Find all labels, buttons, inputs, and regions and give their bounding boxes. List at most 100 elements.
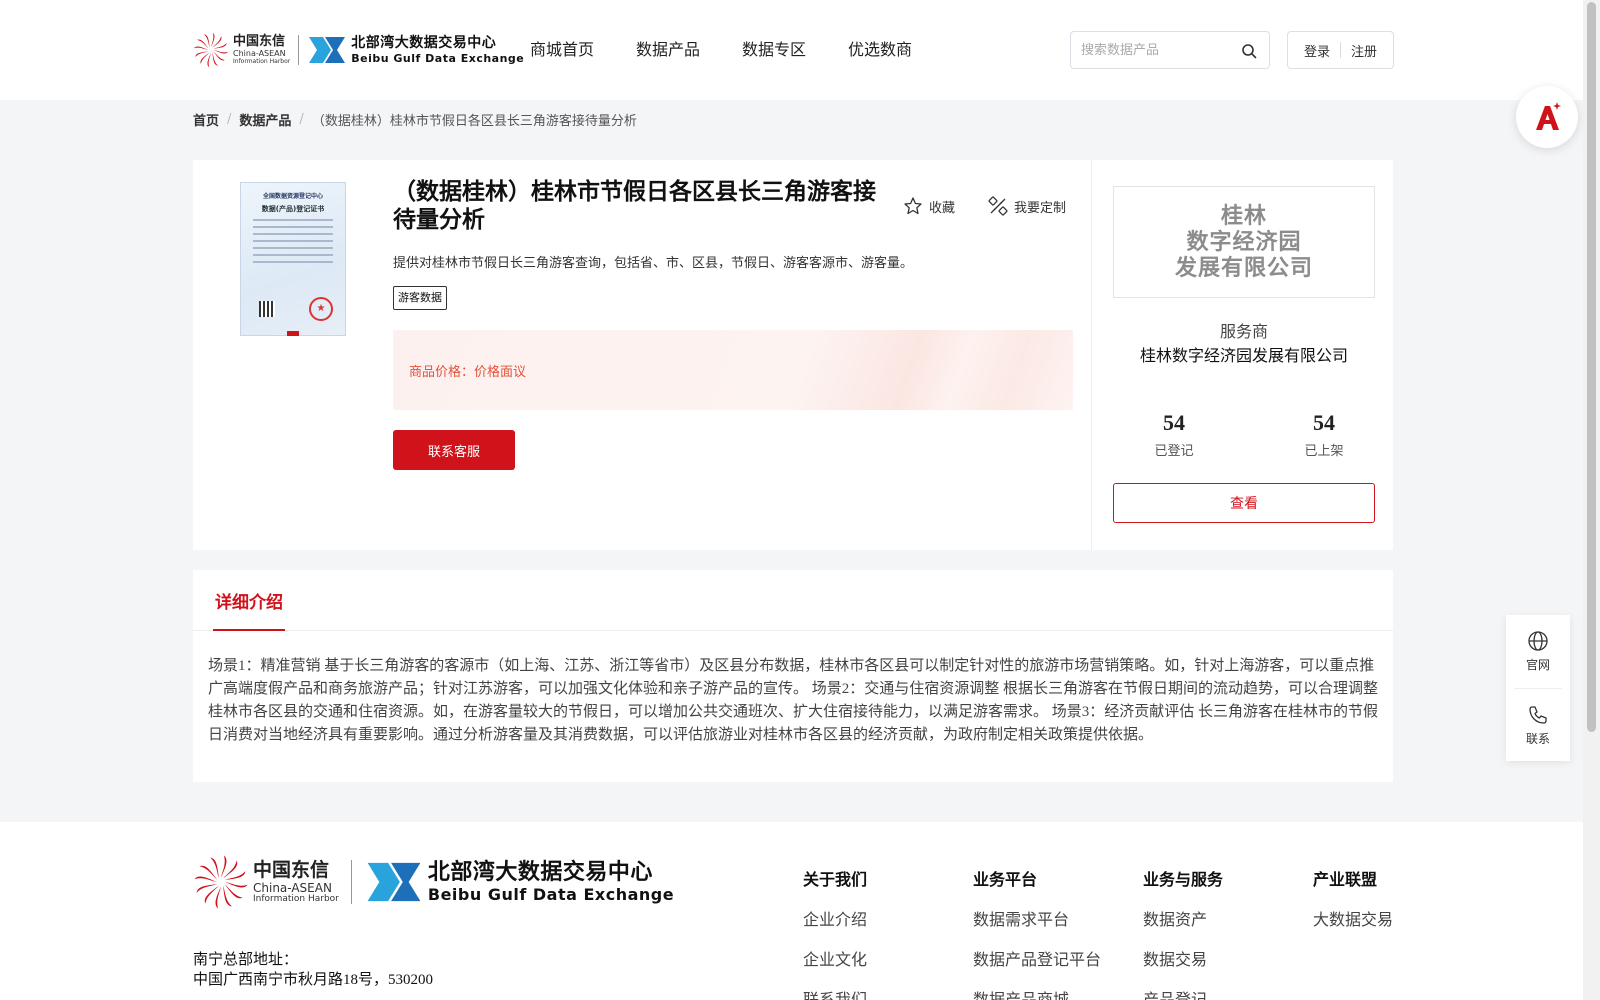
page-scrollbar[interactable] (1583, 0, 1600, 1000)
detail-body: 场景1：精准营销 基于长三角游客的客源市（如上海、江苏、浙江等省市）及区县分布数… (208, 658, 1379, 743)
footer-link[interactable]: 大数据交易 (1313, 906, 1393, 930)
brand-cn-name: 中国东信 (253, 858, 330, 881)
contact-service-button[interactable]: 联系客服 (393, 430, 515, 470)
product-description: 提供对桂林市节假日长三角游客查询，包括省、市、区县，节假日、游客客源市、游客量。 (393, 256, 914, 271)
ai-assistant-button[interactable] (1516, 86, 1578, 148)
breadcrumb-home[interactable]: 首页 (193, 110, 219, 129)
register-link[interactable]: 注册 (1341, 41, 1387, 60)
beibu-gulf-logo-icon (309, 37, 346, 63)
beibu-gulf-wordmark: 北部湾大数据交易中心 Beibu Gulf Data Exchange (427, 859, 675, 904)
certificate-line (253, 233, 333, 235)
search-icon[interactable] (1241, 43, 1257, 59)
footer-link[interactable]: 企业文化 (803, 946, 867, 970)
china-asean-logo-icon (193, 32, 229, 68)
exchange-en-name: Beibu Gulf Data Exchange (427, 884, 675, 904)
favorite-button[interactable]: 收藏 (903, 196, 955, 216)
nav-item-mall-home[interactable]: 商城首页 (530, 36, 594, 60)
thumbnail-indicator[interactable] (287, 331, 299, 336)
footer-link[interactable]: 数据资产 (1143, 906, 1223, 930)
official-website-button[interactable]: 官网 (1506, 615, 1570, 688)
certificate-line (253, 247, 333, 249)
footer-column-about: 关于我们 企业介绍 企业文化 联系我们 (803, 866, 867, 1000)
tab-bar-border (193, 630, 1393, 631)
site-logo[interactable]: 中国东信 China-ASEAN Information Harbor 北部湾大… (193, 28, 524, 72)
listed-stat: 54 已上架 (1274, 410, 1374, 459)
breadcrumb-separator: / (227, 112, 232, 127)
footer-link[interactable]: 数据需求平台 (973, 906, 1101, 930)
official-seal-icon: ★ (309, 297, 333, 321)
footer-link[interactable]: 联系我们 (803, 986, 867, 1000)
footer-column-alliance: 产业联盟 大数据交易 (1313, 866, 1393, 946)
vendor-role: 服务商 (1219, 322, 1268, 341)
price-label: 商品价格： (409, 364, 475, 380)
official-website-label: 官网 (1525, 658, 1550, 672)
customize-button[interactable]: 我要定制 (988, 196, 1066, 216)
price-value: 价格面议 (474, 364, 527, 380)
vendor-logo-line: 发展有限公司 (1174, 255, 1313, 280)
ai-assistant-icon (1536, 102, 1561, 130)
active-tab-indicator (213, 629, 285, 631)
china-asean-wordmark: 中国东信 China-ASEAN Information Harbor (233, 35, 290, 65)
brand-en-sub: Information Harbor (233, 58, 291, 65)
search-input[interactable] (1071, 32, 1231, 68)
footer-column-platform: 业务平台 数据需求平台 数据产品登记平台 数据产品商城 (973, 866, 1101, 1000)
nav-item-data-products[interactable]: 数据产品 (636, 36, 700, 60)
nav-item-data-zone[interactable]: 数据专区 (742, 36, 806, 60)
certificate-line (253, 254, 333, 256)
globe-icon (1528, 631, 1548, 651)
product-title: （数据桂林）桂林市节假日各区县长三角游客接待量分析 (393, 179, 876, 233)
brand-en-name: China-ASEAN (233, 49, 286, 58)
star-icon (904, 197, 922, 215)
product-card: 全国数据资源登记中心 数据(产品)登记证书 ★ （数据桂林）桂林市节假日各区县长… (193, 160, 1393, 550)
login-link[interactable]: 登录 (1294, 41, 1340, 60)
exchange-en-name: Beibu Gulf Data Exchange (351, 52, 525, 65)
certificate-line (253, 240, 333, 242)
vendor-logo-text: 桂林 数字经济园 发展有限公司 (1175, 203, 1313, 281)
site-header: 中国东信 China-ASEAN Information Harbor 北部湾大… (0, 0, 1583, 100)
china-asean-wordmark: 中国东信 China-ASEAN Information Harbor (253, 858, 339, 904)
beibu-gulf-wordmark: 北部湾大数据交易中心 Beibu Gulf Data Exchange (351, 36, 524, 64)
favorite-label: 收藏 (929, 200, 956, 216)
product-tag: 游客数据 (393, 286, 447, 310)
breadcrumb: 首页 / 数据产品 / （数据桂林）桂林市节假日各区县长三角游客接待量分析 (193, 110, 637, 129)
exchange-cn-name: 北部湾大数据交易中心 (427, 859, 653, 885)
footer-link[interactable]: 产品登记 (1143, 986, 1223, 1000)
listed-label: 已上架 (1304, 444, 1344, 459)
detail-section: 详细介绍 场景1：精准营销 基于长三角游客的客源市（如上海、江苏、浙江等省市）及… (193, 570, 1393, 782)
main-nav: 商城首页 数据产品 数据专区 优选数商 (530, 36, 954, 60)
side-float-toolbar: 官网 联系 (1506, 615, 1570, 761)
product-thumbnail[interactable]: 全国数据资源登记中心 数据(产品)登记证书 ★ (240, 182, 346, 336)
address-title: 南宁总部地址： (193, 952, 299, 968)
listed-count: 54 (1313, 410, 1335, 435)
brand-en-sub: Information Harbor (253, 893, 339, 904)
vendor-logo-line: 桂林 (1220, 203, 1267, 228)
phone-icon (1529, 706, 1547, 724)
price-panel: 商品价格： 价格面议 (393, 330, 1073, 410)
view-vendor-button[interactable]: 查看 (1113, 483, 1375, 523)
registered-label: 已登记 (1154, 444, 1194, 459)
vendor-logo-line: 数字经济园 (1186, 229, 1302, 254)
site-footer: 中国东信 China-ASEAN Information Harbor 北部湾大… (0, 822, 1583, 1000)
footer-logo[interactable]: 中国东信 China-ASEAN Information Harbor 北部湾大… (193, 855, 675, 909)
certificate-line (253, 226, 333, 228)
footer-link[interactable]: 数据产品商城 (973, 986, 1101, 1000)
breadcrumb-current: （数据桂林）桂林市节假日各区县长三角游客接待量分析 (311, 114, 637, 129)
footer-link[interactable]: 数据产品登记平台 (973, 946, 1101, 970)
footer-heading: 业务平台 (973, 870, 1038, 889)
scrollbar-thumb[interactable] (1587, 2, 1596, 732)
nav-item-preferred-vendors[interactable]: 优选数商 (848, 36, 912, 60)
vendor-name: 桂林数字经济园发展有限公司 (1139, 346, 1348, 365)
footer-heading: 产业联盟 (1313, 870, 1378, 889)
footer-address: 南宁总部地址： 中国广西南宁市秋月路18号，530200 (193, 950, 433, 990)
footer-link[interactable]: 企业介绍 (803, 906, 867, 930)
qr-code-icon (259, 301, 275, 317)
customize-label: 我要定制 (1014, 200, 1067, 216)
breadcrumb-separator: / (299, 112, 304, 127)
china-asean-logo-icon (194, 855, 248, 909)
breadcrumb-data-products[interactable]: 数据产品 (239, 110, 291, 129)
contact-float-button[interactable]: 联系 (1506, 689, 1570, 762)
footer-link[interactable]: 数据交易 (1143, 946, 1223, 970)
tab-detail-intro[interactable]: 详细介绍 (215, 588, 283, 613)
exchange-cn-name: 北部湾大数据交易中心 (351, 35, 497, 51)
brand-en-name: China-ASEAN (253, 880, 332, 895)
